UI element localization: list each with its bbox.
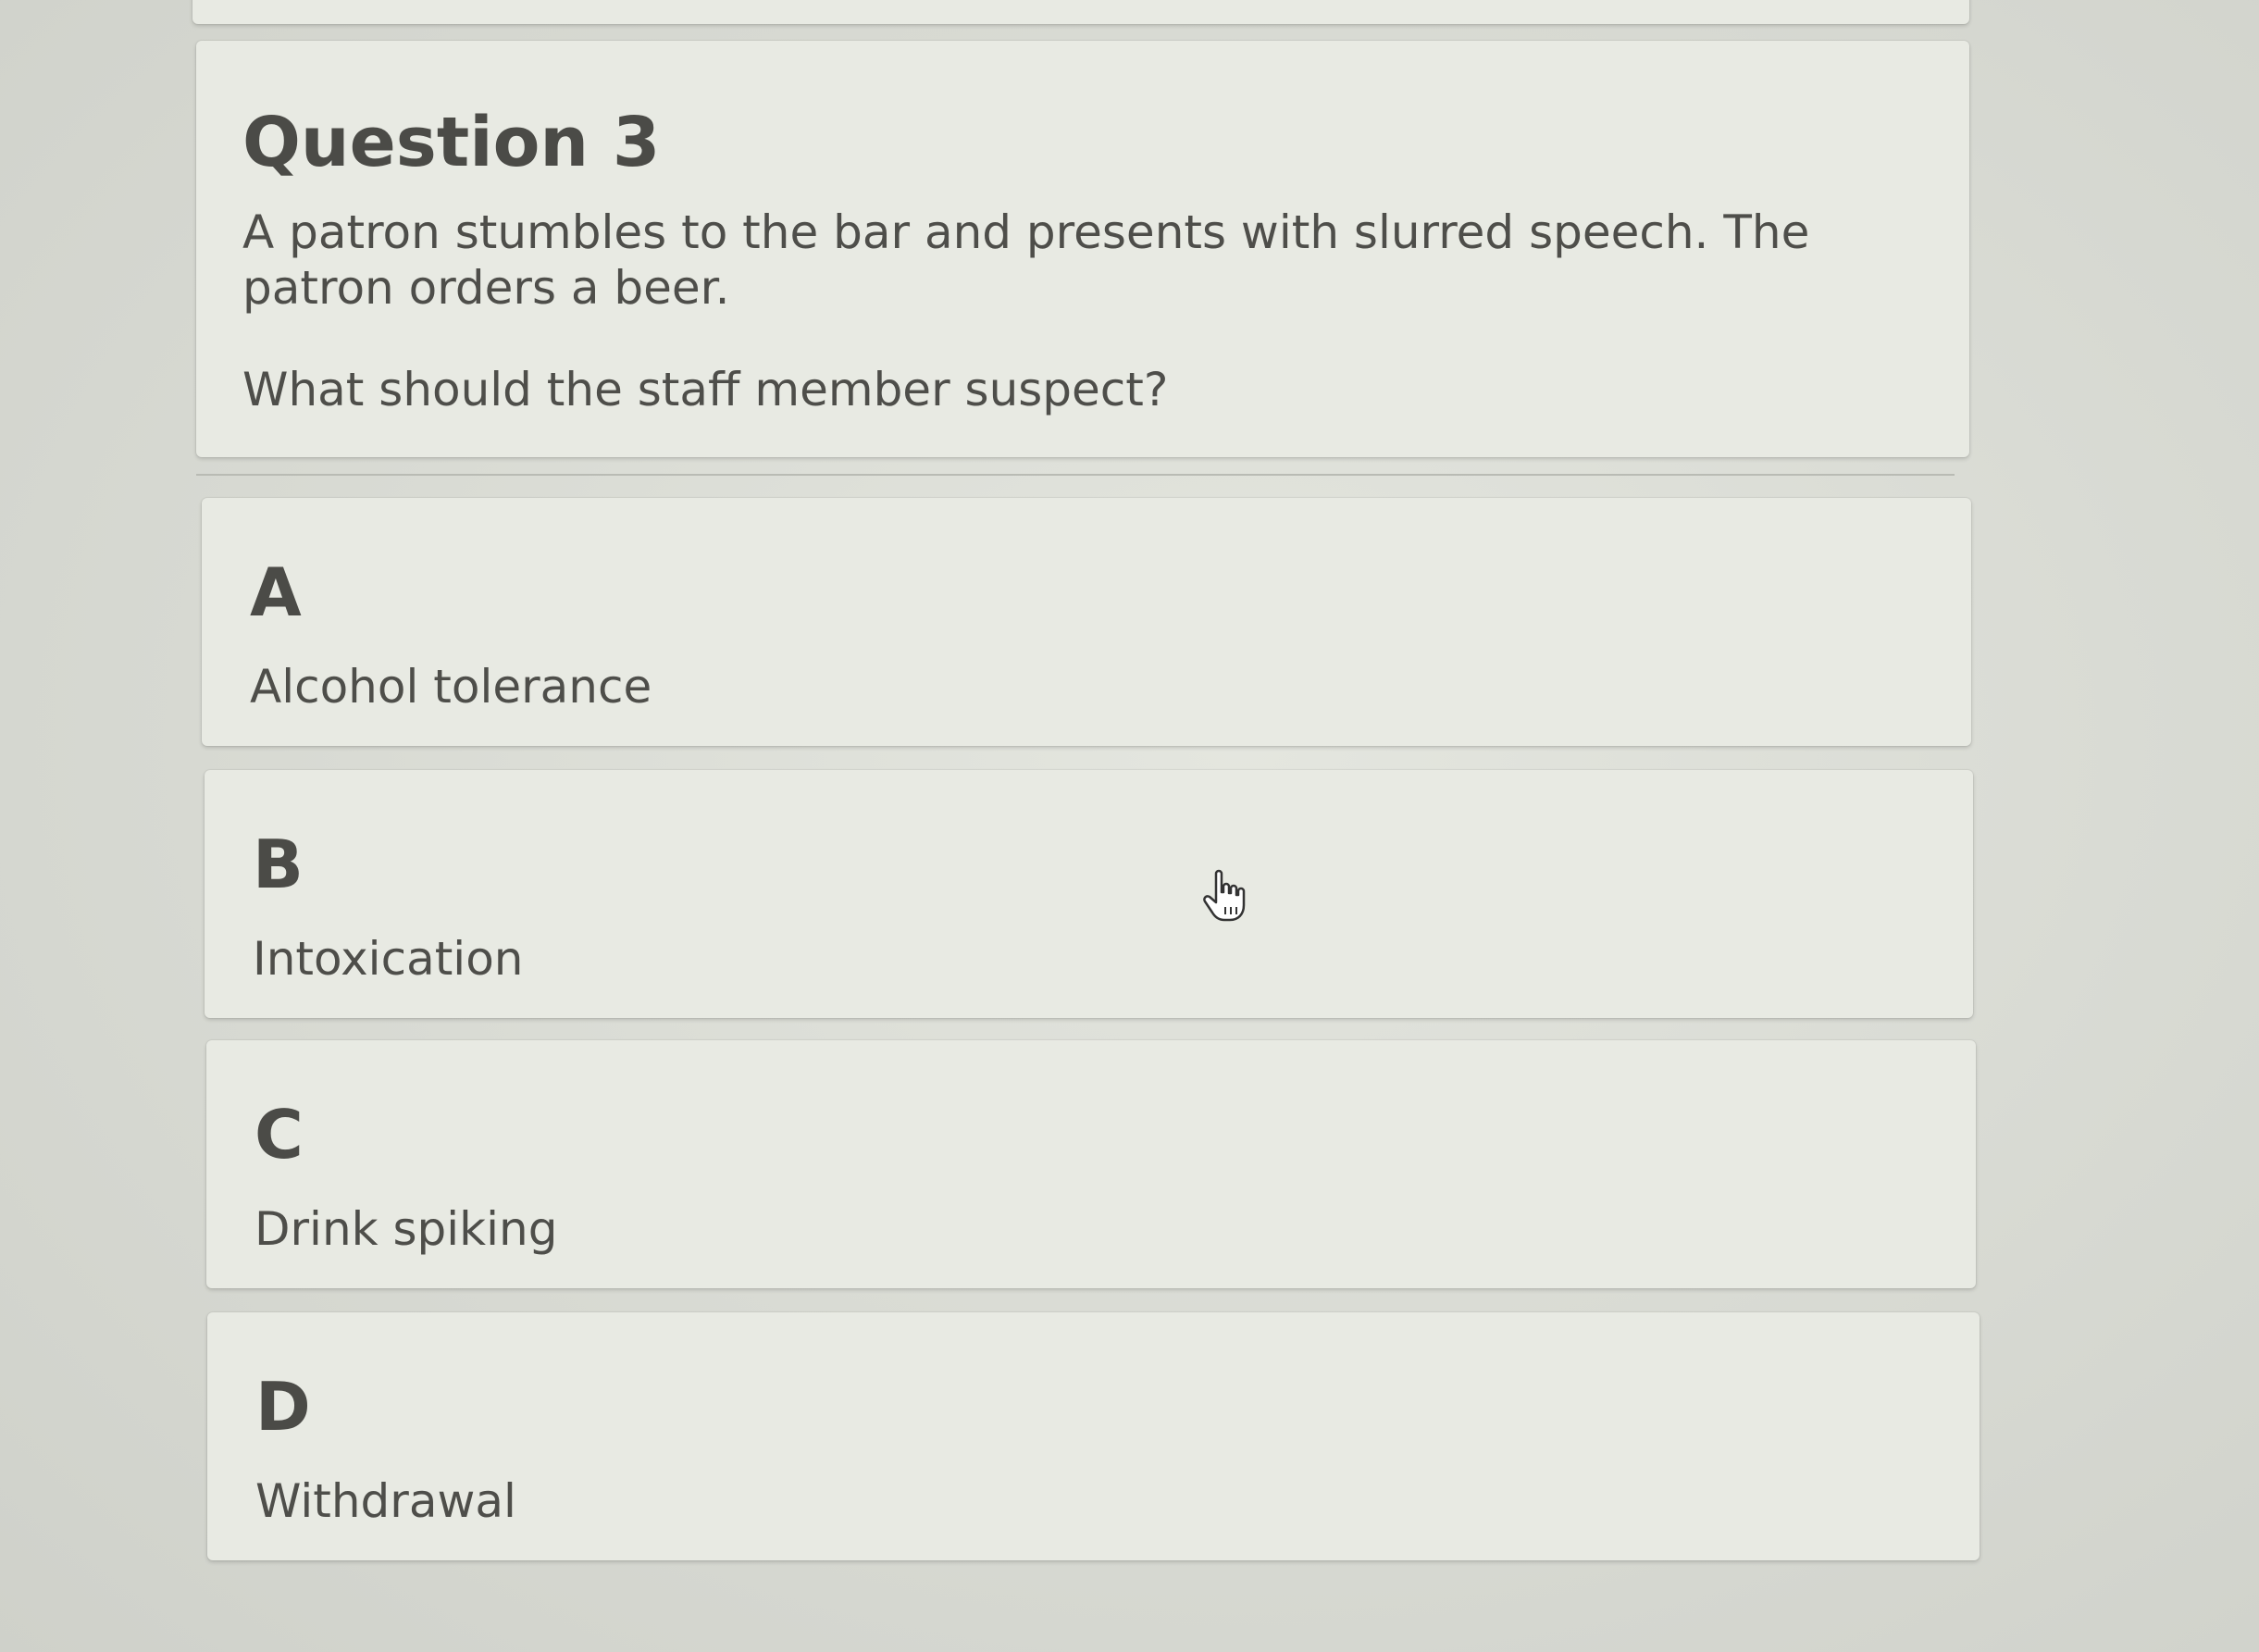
option-text: Drink spiking <box>254 1202 558 1256</box>
answer-option-a[interactable]: A Alcohol tolerance <box>202 498 1971 746</box>
option-letter: C <box>254 1096 304 1174</box>
answer-option-b[interactable]: B Intoxication <box>205 770 1973 1018</box>
question-title: Question 3 <box>242 103 661 182</box>
hand-pointer-icon <box>1201 868 1251 924</box>
answer-option-c[interactable]: C Drink spiking <box>206 1040 1976 1288</box>
option-letter: D <box>255 1368 311 1446</box>
option-letter: B <box>253 826 304 903</box>
option-text: Intoxication <box>253 932 524 986</box>
answer-option-d[interactable]: D Withdrawal <box>207 1312 1980 1560</box>
option-letter: A <box>250 553 302 631</box>
previous-question-card <box>192 0 1969 24</box>
option-text: Withdrawal <box>255 1474 516 1528</box>
divider <box>196 474 1955 476</box>
option-text: Alcohol tolerance <box>250 660 652 714</box>
question-text: A patron stumbles to the bar and present… <box>242 205 1810 316</box>
question-card: Question 3 A patron stumbles to the bar … <box>196 41 1969 457</box>
question-prompt: What should the staff member suspect? <box>242 363 1169 417</box>
